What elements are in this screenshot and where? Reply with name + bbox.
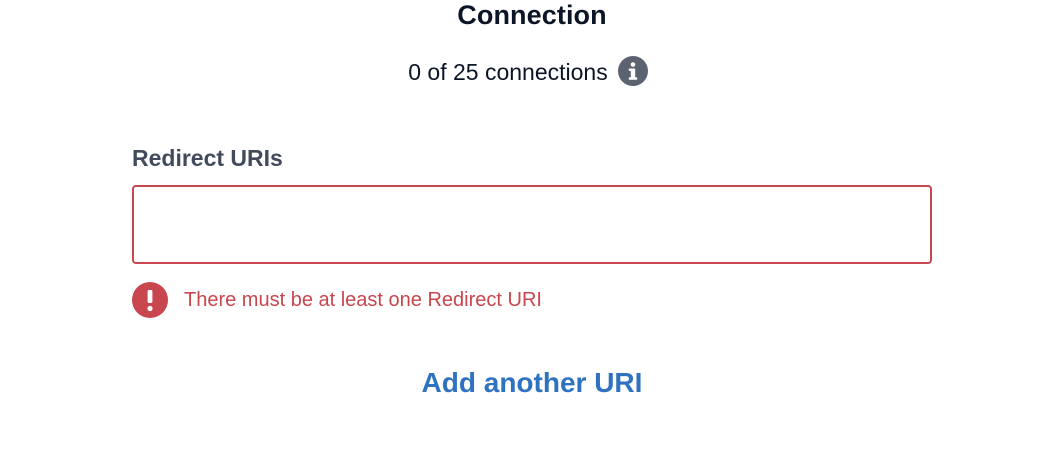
exclamation-circle-icon [132,282,168,318]
add-uri-container: Add another URI [0,367,1044,399]
connection-usage: 0 of 25 connections [0,55,1044,86]
info-icon[interactable] [617,55,648,86]
add-another-uri-link[interactable]: Add another URI [422,367,643,398]
validation-error: There must be at least one Redirect URI [132,282,542,318]
redirect-uris-label: Redirect URIs [132,145,283,171]
redirect-uri-input[interactable] [132,185,932,264]
connection-count: 0 of 25 connections [408,59,608,85]
error-message: There must be at least one Redirect URI [184,288,542,311]
page-title: Connection [457,0,607,30]
